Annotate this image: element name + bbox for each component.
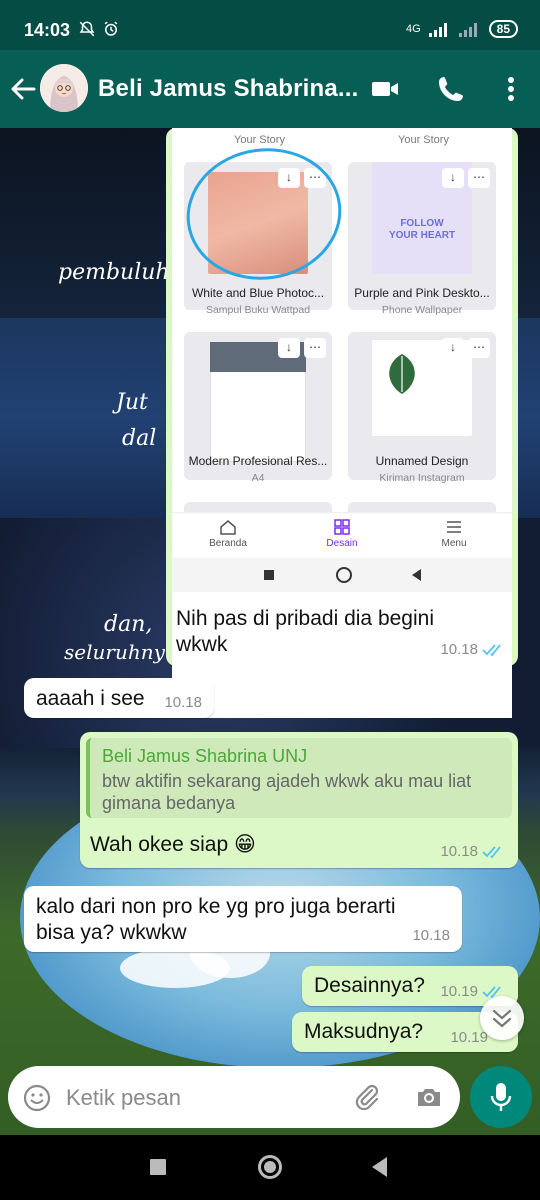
hand-drawn-circle-annotation	[186, 148, 342, 280]
back-triangle-icon	[412, 569, 421, 581]
back-arrow-icon[interactable]	[8, 74, 38, 104]
design-title: Modern Profesional Res...	[188, 454, 328, 468]
nav-menu[interactable]: Menu	[414, 519, 494, 549]
signal-icon	[428, 23, 447, 37]
contact-name[interactable]: Beli Jamus Shabrina...	[98, 75, 359, 103]
thumbnail-text: FOLLOW YOUR HEART	[388, 218, 456, 241]
message-text: Nih pas di pribadi dia begini wkwk	[176, 607, 434, 656]
back-button[interactable]	[372, 1157, 387, 1177]
avatar-illustration	[40, 64, 88, 112]
quoted-message[interactable]: Beli Jamus Shabrina UNJ btw aktifin seka…	[86, 738, 512, 818]
emoji-icon[interactable]	[22, 1083, 52, 1113]
design-title: White and Blue Photoc...	[191, 286, 325, 300]
message-time: 10.18	[412, 927, 450, 944]
home-button[interactable]	[258, 1155, 282, 1179]
home-button-dot	[264, 1161, 276, 1173]
wallpaper-lettering: dal	[122, 426, 157, 451]
download-icon[interactable]: ↓	[278, 338, 300, 358]
message-meta: 10.18	[164, 694, 202, 711]
message-meta: 10.18	[440, 641, 506, 658]
image-message-bubble[interactable]: Your Story Your Story ↓ ⋯ White and Blue…	[166, 128, 518, 718]
home-icon	[220, 520, 236, 535]
network-label: 4G	[405, 23, 421, 35]
chat-header: Beli Jamus Shabrina...	[0, 50, 540, 128]
card-more-icon[interactable]: ⋯	[304, 338, 326, 358]
scroll-to-bottom-button[interactable]	[480, 996, 524, 1040]
quoted-text: btw aktifin sekarang ajadeh wkwk aku mau…	[102, 771, 472, 813]
message-time: 10.18	[164, 694, 202, 711]
status-right: 4G 85	[406, 20, 518, 38]
incoming-message-bubble[interactable]: kalo dari non pro ke yg pro juga berarti…	[24, 886, 462, 952]
design-title: Purple and Pink Deskto...	[354, 286, 490, 300]
wallpaper-lettering: dan,	[104, 612, 153, 637]
message-text: aaaah i see	[36, 687, 145, 710]
screenshot-system-nav	[172, 558, 512, 592]
design-subtitle: Sampul Buku Wattpad	[205, 304, 311, 316]
quoted-author: Beli Jamus Shabrina UNJ	[102, 746, 308, 766]
incoming-message-bubble[interactable]: aaaah i see 10.18	[24, 678, 214, 718]
caption-top-right: Your Story	[398, 134, 449, 146]
card-more-icon[interactable]: ⋯	[468, 338, 490, 358]
message-input-bar[interactable]: Ketik pesan	[8, 1066, 460, 1128]
grid-icon	[334, 519, 350, 535]
message-meta: 10.18	[412, 927, 450, 944]
download-icon[interactable]: ↓	[442, 168, 464, 188]
wallpaper-lettering: pembuluh	[58, 260, 170, 285]
design-title: Unnamed Design	[375, 454, 469, 468]
wallpaper-lettering: seluruhny	[64, 640, 165, 664]
hamburger-icon	[447, 521, 461, 533]
nav-design-label: Desain	[326, 538, 358, 549]
voice-call-icon[interactable]	[436, 74, 466, 104]
camera-icon[interactable]	[414, 1082, 444, 1112]
message-meta: 10.18	[440, 843, 506, 860]
download-icon[interactable]: ↓	[442, 338, 464, 358]
monstera-leaf-icon	[389, 354, 415, 394]
signal-icon-2	[458, 23, 477, 37]
double-chevron-down-icon	[492, 1009, 512, 1028]
read-ticks-icon	[482, 845, 501, 858]
message-text: Desainnya?	[314, 974, 425, 997]
message-text: kalo dari non pro ke yg pro juga berarti…	[36, 895, 396, 944]
nav-home[interactable]: Beranda	[188, 519, 268, 549]
recents-button[interactable]	[150, 1159, 166, 1175]
attachment-icon[interactable]	[352, 1082, 382, 1112]
design-subtitle: Kiriman Instagram	[379, 472, 465, 484]
message-time: 10.18	[440, 641, 478, 658]
design-subtitle: Phone Wallpaper	[381, 304, 463, 316]
status-time: 14:03	[24, 20, 71, 40]
avatar[interactable]	[40, 64, 88, 112]
design-subtitle: A4	[251, 472, 265, 484]
nav-design[interactable]: Desain	[302, 519, 382, 549]
more-options-icon[interactable]	[496, 74, 526, 104]
card-more-icon[interactable]: ⋯	[468, 168, 490, 188]
message-text: Wah okee siap 😁	[90, 833, 256, 856]
microphone-icon	[490, 1083, 512, 1111]
battery-indicator: 85	[488, 20, 518, 38]
mute-icon	[79, 21, 95, 37]
nav-home-label: Beranda	[209, 538, 247, 549]
message-time: 10.18	[440, 843, 478, 860]
message-time: 10.19	[440, 983, 478, 1000]
system-navigation-bar	[0, 1135, 540, 1200]
recents-icon	[264, 570, 274, 580]
alarm-icon	[104, 21, 118, 36]
chat-area[interactable]: pembuluh Jut dal dan, seluruhny Your Sto…	[0, 128, 540, 1135]
home-circle-icon	[336, 567, 352, 583]
canva-bottom-nav: Beranda Desain Menu	[172, 512, 512, 558]
read-ticks-icon	[482, 643, 501, 656]
nav-menu-label: Menu	[441, 538, 467, 549]
video-call-icon[interactable]	[370, 74, 400, 104]
wallpaper-lettering: Jut	[116, 390, 148, 415]
message-text: Maksudnya?	[304, 1020, 424, 1043]
reply-message-bubble[interactable]: Beli Jamus Shabrina UNJ btw aktifin seka…	[80, 732, 518, 868]
voice-message-button[interactable]	[470, 1066, 532, 1128]
message-input[interactable]: Ketik pesan	[66, 1085, 181, 1111]
